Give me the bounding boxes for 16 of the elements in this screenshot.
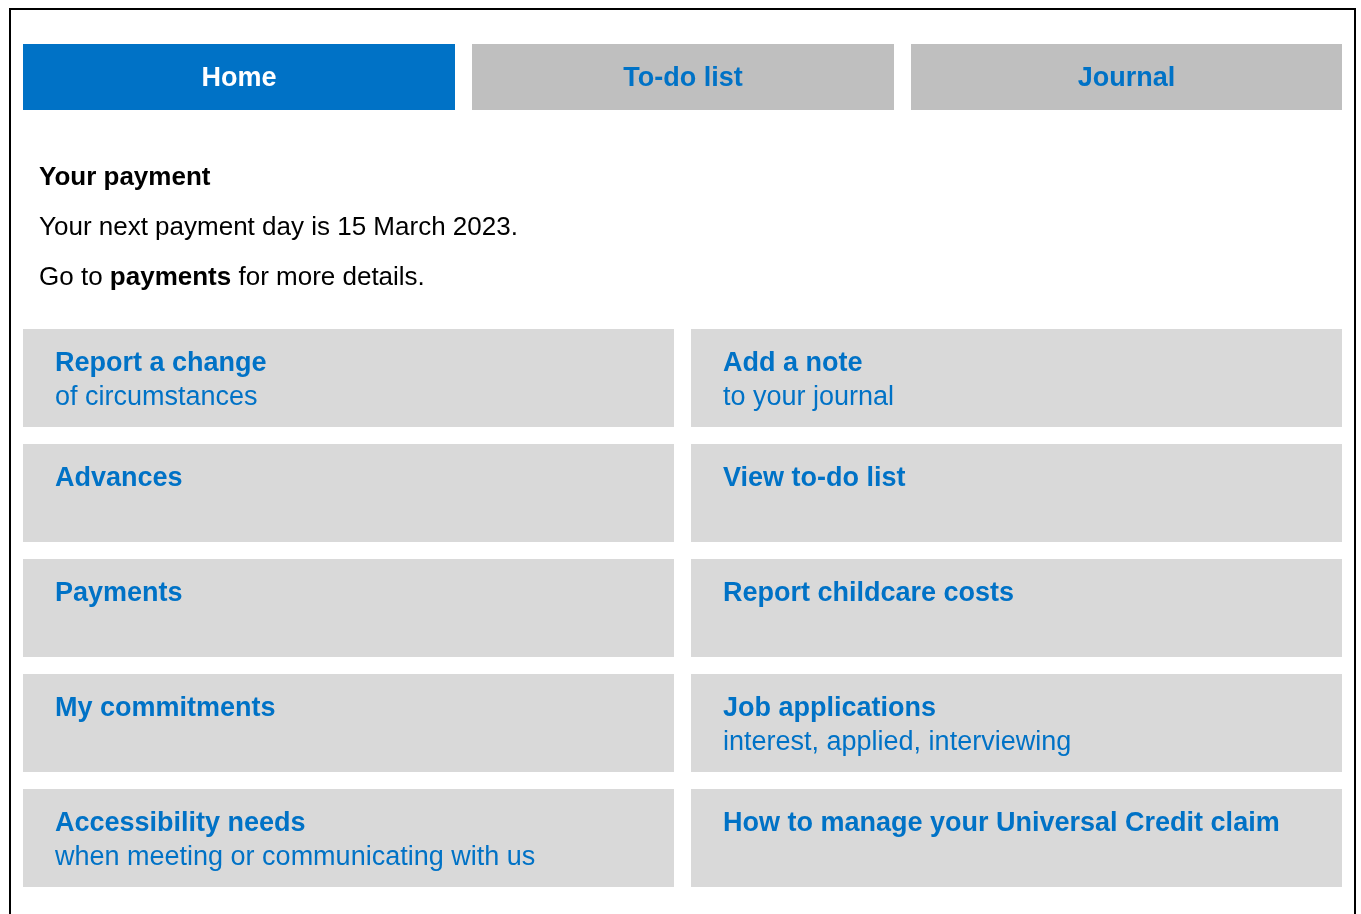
- link-tile[interactable]: View to-do list: [691, 444, 1342, 542]
- link-tile[interactable]: Payments: [23, 559, 674, 657]
- link-tile[interactable]: Advances: [23, 444, 674, 542]
- nav-tab[interactable]: Home: [23, 44, 455, 110]
- link-tile[interactable]: Job applications interest, applied, interviewing: [691, 674, 1342, 772]
- link-tile[interactable]: Report a change of circumstances: [23, 329, 674, 427]
- link-tile[interactable]: Accessibility needs when meeting or communicating with us: [23, 789, 674, 887]
- payment-text: Your next payment day is 15 March 2023.: [39, 210, 519, 243]
- payment-text: Go to payments for more details.: [39, 260, 426, 293]
- link-tile[interactable]: Report childcare costs: [691, 559, 1342, 657]
- link-tile[interactable]: My commitments: [23, 674, 674, 772]
- nav-tab[interactable]: Journal: [911, 44, 1342, 110]
- nav-tab[interactable]: To-do list: [472, 44, 894, 110]
- link-tile[interactable]: How to manage your Universal Credit claim: [691, 789, 1342, 887]
- section-heading: Your payment: [39, 160, 212, 193]
- link-tile[interactable]: Add a note to your journal: [691, 329, 1342, 427]
